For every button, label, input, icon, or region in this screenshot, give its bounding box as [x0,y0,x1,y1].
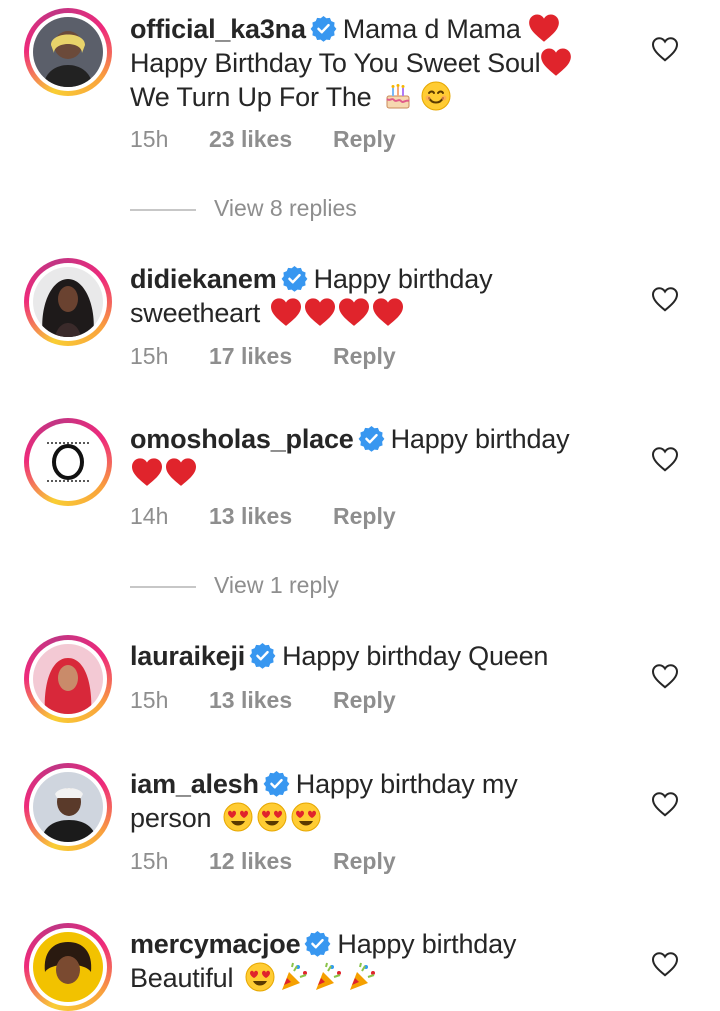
comment-time: 14h [130,503,169,529]
view-replies-label[interactable]: View 8 replies [214,195,357,221]
heart-outline-icon[interactable] [651,36,679,62]
comment-username[interactable]: official_ka3na [130,14,306,44]
reply-button[interactable]: Reply [333,848,396,875]
avatar-image [33,772,103,842]
comment-username[interactable]: iam_alesh [130,769,259,799]
comment-likes[interactable]: 23 likes [209,126,333,153]
comment-text: Happy birthday [313,264,493,294]
party-popper-emoji-icon [315,962,341,990]
red-hearts-emoji [267,298,405,328]
verified-badge-icon [281,265,308,292]
comment-text-line2: Beautiful [130,963,234,993]
heart-outline-icon[interactable] [651,791,679,817]
verified-badge-icon [358,425,385,452]
red-heart-emoji-icon [528,13,560,43]
party-popper-emoji-icon [281,962,307,990]
avatar[interactable] [24,258,112,346]
reply-button[interactable]: Reply [333,126,396,153]
comment-text: Happy birthday [337,929,517,959]
avatar[interactable] [24,635,112,723]
heart-outline-icon[interactable] [651,663,679,689]
avatar-image [33,427,103,497]
verified-badge-icon [263,770,290,797]
verified-badge-icon [304,930,331,957]
comment-text-line2: Happy Birthday To You Sweet Soul [130,48,541,78]
divider [130,585,196,588]
avatar-image [33,17,103,87]
comment-meta: 15h 17 likes Reply [130,343,396,370]
comment-time: 15h [130,126,169,152]
comment-likes[interactable]: 17 likes [209,343,333,370]
comment-likes[interactable]: 13 likes [209,503,333,530]
comment-text: Happy birthday my [295,769,518,799]
avatar-image [33,644,103,714]
heart-outline-icon[interactable] [651,951,679,977]
heart-outline-icon[interactable] [651,286,679,312]
divider [130,208,196,211]
party-popper-emoji-icon [349,962,375,990]
reply-button[interactable]: Reply [333,503,396,530]
avatar[interactable] [24,418,112,506]
view-replies-label[interactable]: View 1 reply [214,572,339,598]
comment-time: 15h [130,343,169,369]
comment-time: 15h [130,848,169,874]
comment-meta: 14h 13 likes Reply [130,503,396,530]
reply-button[interactable]: Reply [333,343,396,370]
heart-outline-icon[interactable] [651,446,679,472]
emoji-group [241,962,379,993]
reply-button[interactable]: Reply [333,687,396,714]
comment-text-line2: person [130,803,212,833]
comment-likes[interactable]: 12 likes [209,848,333,875]
comment-username[interactable]: didiekanem [130,264,277,294]
comment-text: Happy birthday [390,424,570,454]
comment-text-line3: We Turn Up For The [130,82,372,112]
comment-username[interactable]: lauraikeji [130,641,245,671]
comment-text: Happy birthday Queen [282,641,549,671]
avatar-image [33,932,103,1002]
comment-meta: 15h 12 likes Reply [130,848,396,875]
comment-username[interactable]: omosholas_place [130,424,354,454]
comment-text-line2: sweetheart [130,298,261,328]
red-hearts-emoji [130,458,198,488]
comment-likes[interactable]: 13 likes [209,687,333,714]
comment-meta: 15h 13 likes Reply [130,687,396,714]
view-replies-link[interactable]: View 1 reply [130,572,339,599]
comment-text: Mama d Mama [342,14,521,44]
comment-time: 15h [130,687,169,713]
avatar[interactable] [24,8,112,96]
avatar-image [33,267,103,337]
comment-meta: 15h 23 likes Reply [130,126,396,153]
comment-username[interactable]: mercymacjoe [130,929,301,959]
smiling-face-emoji-icon [421,81,451,111]
heart-eyes-emoji [219,802,323,833]
verified-badge-icon [310,15,337,42]
avatar[interactable] [24,923,112,1011]
heart-eyes-emoji-icon [245,962,275,992]
red-heart-emoji-icon [540,47,572,77]
view-replies-link[interactable]: View 8 replies [130,195,357,222]
verified-badge-icon [249,642,276,669]
avatar[interactable] [24,763,112,851]
birthday-cake-emoji-icon [386,84,410,109]
